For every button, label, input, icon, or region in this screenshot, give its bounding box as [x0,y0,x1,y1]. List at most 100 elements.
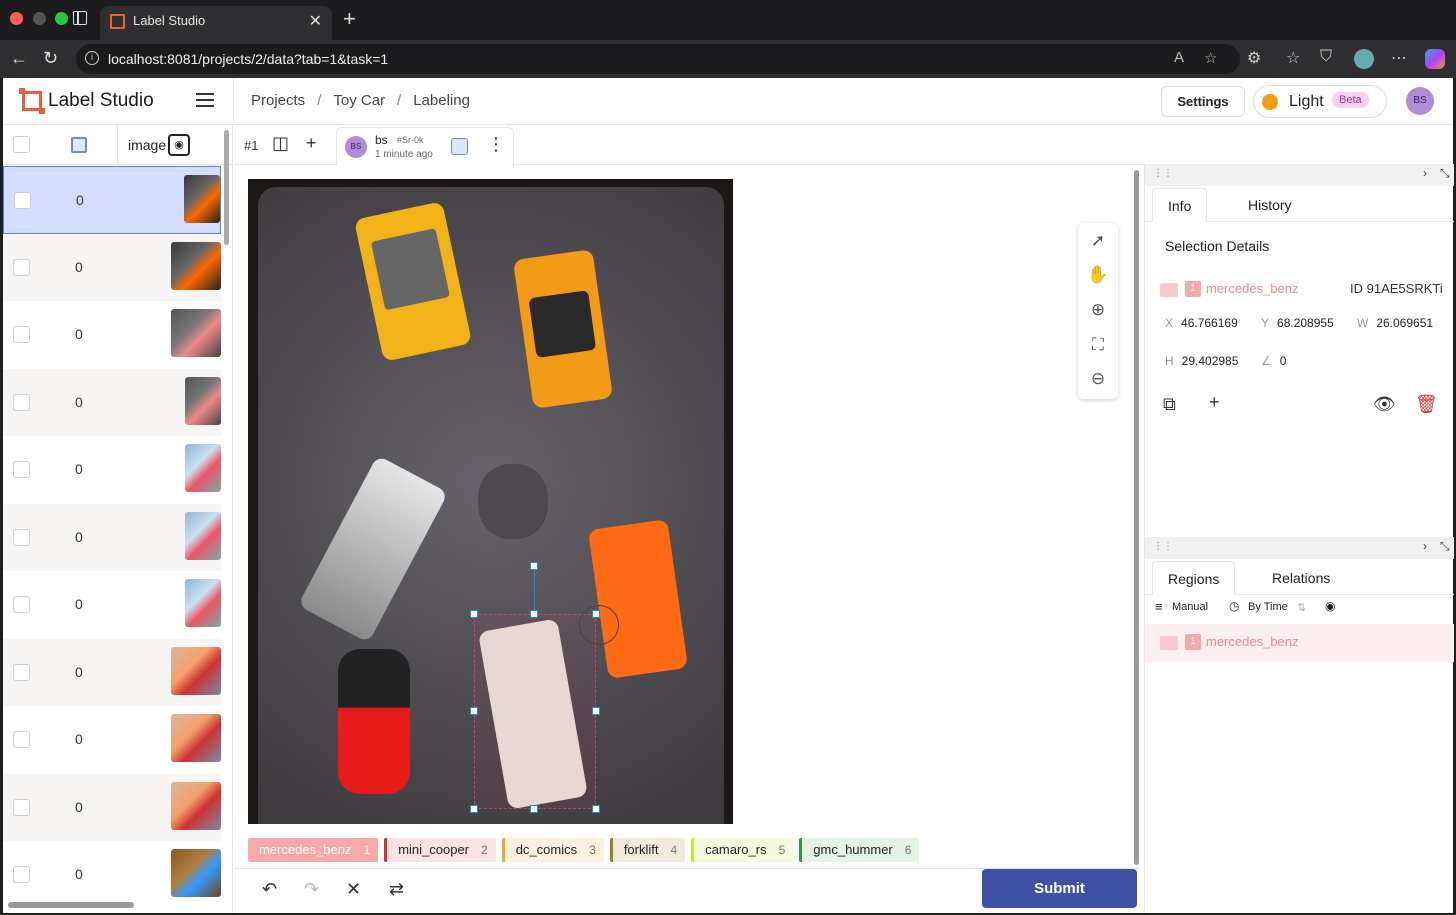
reset-icon[interactable]: ✕ [346,879,361,900]
breadcrumb-project[interactable]: Toy Car [333,92,385,109]
label-mini-cooper[interactable]: mini_cooper 2 [384,838,496,862]
window-close-button[interactable] [10,12,23,25]
by-time-button[interactable]: By Time [1248,601,1288,613]
new-tab-icon[interactable]: + [343,6,356,32]
site-info-icon[interactable]: i [85,51,99,65]
bounding-box-region[interactable] [474,614,596,809]
resize-handle-e[interactable] [592,707,600,715]
theme-toggle[interactable]: Light Beta [1253,85,1387,118]
extensions-icon[interactable]: ⚙ [1247,48,1261,68]
select-tool-icon[interactable]: ➚ [1078,231,1118,251]
row-checkbox[interactable] [13,461,30,478]
label-camaro-rs[interactable]: camaro_rs 5 [691,838,794,862]
expand-panel-icon[interactable]: ⤡ [1440,166,1450,181]
table-row[interactable]: 0 [3,368,221,436]
row-checkbox[interactable] [13,596,30,613]
label-dc-comics[interactable]: dc_comics 3 [501,838,604,862]
reload-icon[interactable]: ↻ [43,48,58,69]
collapse-panel-icon[interactable]: › [1423,539,1427,553]
browser-essentials-icon[interactable]: ⛉ [1320,48,1332,66]
row-checkbox[interactable] [13,798,30,816]
add-relation-icon[interactable]: + [1209,392,1220,413]
regions-panel-grip[interactable]: ⋮⋮ › ⤡ [1145,537,1454,559]
drag-handle-icon[interactable]: ⋮⋮ [1153,541,1173,552]
close-tab-icon[interactable]: ✕ [309,11,322,31]
manual-order-button[interactable]: Manual [1172,601,1208,613]
compare-icon[interactable] [451,138,468,155]
table-row[interactable]: 0 [3,706,221,774]
undo-icon[interactable]: ↶ [262,879,277,900]
table-row[interactable]: 0 [3,301,221,369]
annotation-tab-current[interactable]: BS bs #Sr-0k 1 minute ago ⋮ [336,127,514,166]
image-column-header[interactable]: image [128,137,166,153]
table-row[interactable]: 0 [3,571,221,639]
swap-icon[interactable]: ⇄ [389,879,404,900]
copilot-icon[interactable] [1425,49,1445,69]
manual-order-icon[interactable]: ≡ [1155,599,1163,614]
label-forklift[interactable]: forklift 4 [609,838,686,862]
toggle-visibility-icon[interactable]: ◉ [1325,599,1335,613]
expand-panel-icon[interactable]: ⤡ [1440,539,1450,554]
region-h[interactable]: H 29.402985 [1165,354,1255,368]
row-checkbox[interactable] [13,866,30,883]
sidebar-tabs-icon[interactable] [73,11,87,25]
breadcrumb-projects[interactable]: Projects [251,92,305,109]
delete-region-icon[interactable]: 🗑 [1415,394,1438,415]
row-checkbox[interactable] [13,731,30,748]
settings-button[interactable]: Settings [1161,86,1245,117]
table-row[interactable]: 0 [3,773,221,841]
region-x[interactable]: X 46.766169 [1165,316,1255,330]
info-panel-grip[interactable]: ⋮⋮ › ⤡ [1145,164,1454,186]
table-row[interactable]: 0 [3,233,221,301]
list-horizontal-scrollbar[interactable] [8,902,134,908]
image-preview-icon[interactable]: ◉ [168,134,190,156]
table-row[interactable]: 0 [3,166,221,234]
row-checkbox[interactable] [14,192,31,209]
favorite-star-icon[interactable]: ☆ [1204,49,1217,67]
task-image[interactable] [248,179,733,824]
browser-profile-avatar[interactable] [1354,49,1374,69]
more-options-icon[interactable]: ⋮ [487,134,505,155]
select-all-checkbox[interactable] [13,136,30,153]
row-checkbox[interactable] [13,326,30,343]
rotation-handle[interactable] [530,562,538,570]
table-row[interactable]: 0 [3,436,221,504]
zoom-out-icon[interactable]: ⊖ [1078,369,1118,389]
resize-handle-nw[interactable] [470,610,478,618]
sort-direction-icon[interactable]: ⇅ [1297,601,1306,614]
tab-relations[interactable]: Relations [1257,561,1345,595]
region-list-item[interactable]: 1 mercedes_benz [1145,624,1454,662]
window-minimize-button[interactable] [33,12,46,25]
redo-icon[interactable]: ↷ [304,879,319,900]
label-gmc-hummer[interactable]: gmc_hummer 6 [799,838,920,862]
canvas-vertical-scrollbar[interactable] [1134,170,1139,865]
region-angle[interactable]: ∠ 0 [1261,354,1321,368]
browser-tab[interactable]: Label Studio ✕ [100,6,332,40]
url-field[interactable]: i localhost:8081/projects/2/data?tab=1&t… [76,44,1240,74]
row-checkbox[interactable] [13,393,30,411]
tab-regions[interactable]: Regions [1152,561,1236,595]
window-zoom-button[interactable] [55,12,68,25]
split-view-icon[interactable]: ◫ [272,133,289,154]
drag-handle-icon[interactable]: ⋮⋮ [1153,168,1173,179]
read-aloud-icon[interactable]: A [1174,49,1184,66]
table-row[interactable]: 0 [3,503,221,571]
more-menu-icon[interactable]: ⋯ [1391,48,1407,68]
zoom-to-fit-icon[interactable]: ⛶ [1078,335,1118,355]
table-row[interactable]: 0 [3,841,221,909]
add-annotation-icon[interactable]: + [306,133,317,154]
tab-info[interactable]: Info [1152,188,1208,222]
resize-handle-n[interactable] [530,610,538,618]
labeling-canvas[interactable]: ➚ ✋ ⊕ ⛶ ⊖ [234,166,1139,866]
row-checkbox[interactable] [13,258,30,276]
label-mercedes-benz[interactable]: mercedes_benz 1 [248,838,379,862]
visibility-eye-icon[interactable]: 👁 [1373,394,1396,415]
row-checkbox[interactable] [13,663,30,681]
relation-icon[interactable]: ⧉ [1163,394,1176,415]
list-vertical-scrollbar[interactable] [224,130,229,245]
submit-button[interactable]: Submit [982,869,1137,908]
tab-history[interactable]: History [1233,188,1307,222]
resize-handle-w[interactable] [470,707,478,715]
table-row[interactable]: 0 [3,638,221,706]
zoom-in-icon[interactable]: ⊕ [1078,300,1118,320]
